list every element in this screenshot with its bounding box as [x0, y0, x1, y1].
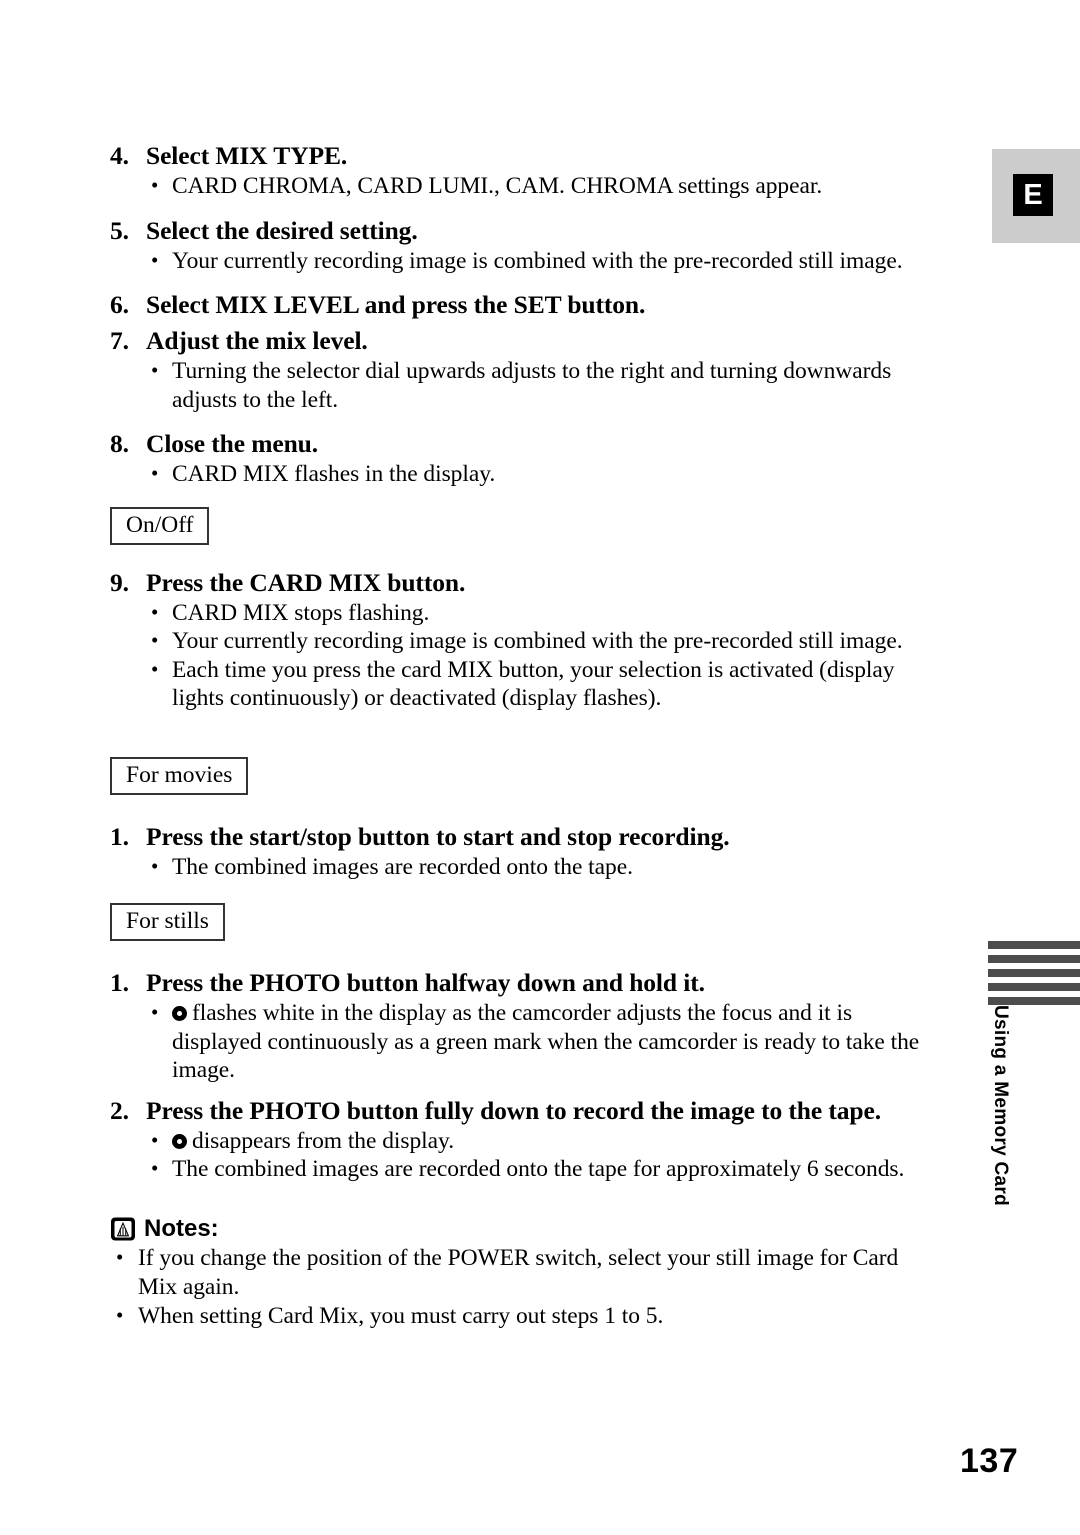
chapter-tab-label: Using a Memory Card — [990, 1005, 1011, 1207]
step-number: 4. — [110, 141, 129, 170]
chapter-tab-bar — [988, 997, 1080, 1005]
chapter-tab-bar — [988, 969, 1080, 977]
step-title: Press the PHOTO button fully down to rec… — [146, 1095, 881, 1125]
language-badge: E — [1013, 174, 1053, 216]
bullet-item: The combined images are recorded onto th… — [110, 852, 940, 882]
notes-heading: Notes: — [110, 1214, 940, 1244]
step-title: Close the menu. — [146, 429, 319, 458]
step-number: 6. — [110, 290, 129, 319]
step-number: 9. — [110, 567, 129, 597]
step-number: 5. — [110, 215, 129, 245]
bullet-text: disappears from the display. — [192, 1127, 455, 1154]
bullet-text: flashes white in the display as the camc… — [172, 1000, 920, 1083]
step-heading: 8. Close the menu. — [110, 428, 940, 460]
step-title: Select MIX TYPE. — [146, 141, 348, 170]
step-item: 1. Press the start/stop button to start … — [110, 821, 940, 882]
chapter-tab-bar — [988, 941, 1080, 949]
step-title: Press the CARD MIX button. — [146, 567, 466, 597]
step-heading: 5. Select the desired setting. — [110, 215, 940, 247]
note-item: If you change the position of the POWER … — [110, 1243, 940, 1302]
bullet-item: Turning the selector dial upwards adjust… — [110, 356, 940, 414]
page-content: 4. Select MIX TYPE. CARD CHROMA, CARD LU… — [110, 140, 940, 1331]
step-title: Adjust the mix level. — [146, 326, 368, 355]
bullet-item: CARD MIX flashes in the display. — [110, 459, 940, 489]
step-bullet-list: CARD MIX flashes in the display. — [110, 459, 940, 489]
step-item: 8. Close the menu. CARD MIX flashes in t… — [110, 428, 940, 489]
bullet-item: CARD CHROMA, CARD LUMI., CAM. CHROMA set… — [110, 171, 940, 201]
step-item: 2. Press the PHOTO button fully down to … — [110, 1095, 940, 1184]
step-heading: 1. Press the PHOTO button halfway down a… — [110, 967, 940, 999]
step-title: Press the PHOTO button halfway down and … — [146, 968, 705, 997]
step-item: 9. Press the CARD MIX button. CARD MIX s… — [110, 567, 940, 713]
chapter-tab-bars — [988, 941, 1080, 1011]
tag-on-off: On/Off — [110, 506, 210, 545]
step-title: Press the start/stop button to start and… — [146, 821, 730, 851]
step-title: Select the desired setting. — [146, 215, 418, 245]
bullet-item: Each time you press the card MIX button,… — [110, 655, 940, 713]
step-bullet-list: CARD MIX stops flashing. Your currently … — [110, 598, 940, 713]
step-bullet-list: Turning the selector dial upwards adjust… — [110, 356, 940, 414]
photo-indicator-icon — [172, 1006, 187, 1021]
notes-heading-label: Notes: — [144, 1214, 219, 1242]
step-heading: 6. Select MIX LEVEL and press the SET bu… — [110, 289, 940, 321]
bullet-item: flashes white in the display as the camc… — [110, 998, 940, 1085]
bullet-item: The combined images are recorded onto th… — [110, 1154, 940, 1184]
note-memo-icon — [110, 1216, 136, 1242]
step-number: 2. — [110, 1095, 129, 1125]
step-item: 1. Press the PHOTO button halfway down a… — [110, 967, 940, 1085]
step-number: 1. — [110, 821, 129, 851]
notes-list: If you change the position of the POWER … — [110, 1243, 940, 1331]
step-heading: 9. Press the CARD MIX button. — [110, 567, 940, 599]
chapter-tab-bar — [988, 983, 1080, 991]
step-heading: 4. Select MIX TYPE. — [110, 140, 940, 172]
bullet-item: CARD MIX stops flashing. — [110, 598, 940, 628]
step-heading: 2. Press the PHOTO button fully down to … — [110, 1095, 940, 1127]
step-title: Select MIX LEVEL and press the SET butto… — [146, 290, 646, 319]
bullet-item: Your currently recording image is combin… — [110, 246, 940, 276]
tag-for-movies: For movies — [110, 756, 249, 795]
photo-indicator-icon — [172, 1133, 187, 1149]
step-number: 8. — [110, 429, 129, 458]
step-heading: 7. Adjust the mix level. — [110, 325, 940, 357]
note-item: When setting Card Mix, you must carry ou… — [110, 1301, 940, 1331]
bullet-item: disappears from the display. — [110, 1126, 940, 1156]
step-item: 4. Select MIX TYPE. CARD CHROMA, CARD LU… — [110, 140, 940, 201]
chapter-tab-bar — [988, 955, 1080, 963]
step-bullet-list: Your currently recording image is combin… — [110, 246, 940, 276]
step-bullet-list: disappears from the display. The combine… — [110, 1126, 940, 1184]
step-bullet-list: CARD CHROMA, CARD LUMI., CAM. CHROMA set… — [110, 171, 940, 201]
step-number: 7. — [110, 326, 129, 355]
step-bullet-list: The combined images are recorded onto th… — [110, 852, 940, 882]
tag-for-stills: For stills — [110, 903, 225, 941]
page-number: 137 — [960, 1442, 1019, 1480]
step-bullet-list: flashes white in the display as the camc… — [110, 998, 940, 1085]
step-item: 6. Select MIX LEVEL and press the SET bu… — [110, 289, 940, 321]
step-item: 5. Select the desired setting. Your curr… — [110, 215, 940, 276]
step-number: 1. — [110, 968, 129, 997]
bullet-item: Your currently recording image is combin… — [110, 626, 940, 656]
step-item: 7. Adjust the mix level. Turning the sel… — [110, 325, 940, 414]
step-heading: 1. Press the start/stop button to start … — [110, 821, 940, 853]
